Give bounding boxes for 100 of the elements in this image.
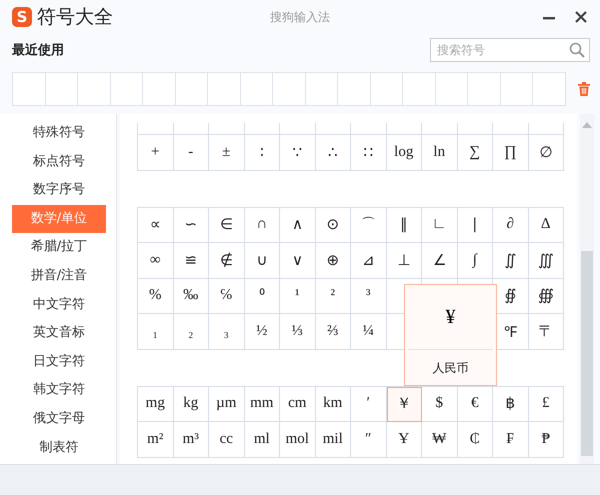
symbol-cell[interactable]: ‰: [174, 278, 209, 314]
symbol-cell[interactable]: Ұ: [386, 422, 422, 458]
category-tab[interactable]: 韩文字符: [12, 376, 106, 405]
empty-slot[interactable]: [403, 73, 436, 106]
symbol-cell[interactable]: ∽: [174, 208, 209, 243]
symbol-cell[interactable]: ∏: [493, 135, 528, 170]
symbol-cell[interactable]: ″: [351, 422, 386, 458]
symbol-cell[interactable]: ₱: [528, 422, 564, 458]
trash-icon[interactable]: [578, 82, 590, 96]
symbol-cell[interactable]: cm: [280, 386, 316, 422]
category-tab[interactable]: 英文音标: [12, 319, 106, 348]
symbol-cell[interactable]: ₂: [174, 314, 209, 350]
symbol-cell[interactable]: £: [528, 386, 564, 422]
symbol-cell[interactable]: ℅: [209, 278, 244, 314]
symbol-cell[interactable]: [316, 123, 351, 135]
symbol-cell[interactable]: ≌: [174, 243, 209, 278]
category-tab[interactable]: 中文字符: [12, 290, 106, 320]
symbol-cell[interactable]: [280, 123, 316, 135]
symbol-cell[interactable]: ∭: [528, 243, 564, 278]
symbol-cell[interactable]: ⊥: [386, 243, 422, 278]
symbol-cell[interactable]: ∫: [458, 243, 493, 278]
symbol-cell[interactable]: ¹: [280, 278, 316, 314]
empty-slot[interactable]: [468, 73, 500, 106]
symbol-cell[interactable]: ∬: [493, 243, 528, 278]
empty-slot[interactable]: [46, 73, 78, 106]
symbol-cell[interactable]: m³: [174, 422, 209, 458]
category-tab[interactable]: 日文字符: [12, 348, 106, 376]
symbol-cell[interactable]: %: [138, 278, 174, 314]
symbol-cell[interactable]: ½: [244, 314, 280, 350]
symbol-cell[interactable]: cc: [209, 422, 244, 458]
empty-slot[interactable]: [143, 73, 176, 106]
symbol-cell[interactable]: ∧: [280, 208, 316, 243]
empty-slot[interactable]: [240, 73, 273, 106]
symbol-cell[interactable]: ⌒: [351, 208, 386, 243]
symbol-cell[interactable]: ⊕: [316, 243, 351, 278]
symbol-cell[interactable]: ∥: [386, 208, 422, 243]
symbol-cell[interactable]: ∝: [138, 208, 174, 243]
symbol-cell[interactable]: ∈: [209, 208, 244, 243]
symbol-cell[interactable]: [458, 123, 493, 135]
symbol-cell[interactable]: ln: [422, 135, 458, 170]
empty-slot[interactable]: [208, 73, 240, 106]
empty-slot[interactable]: [370, 73, 403, 106]
scroll-thumb[interactable]: [581, 251, 593, 456]
symbol-cell[interactable]: kg: [174, 386, 209, 422]
symbol-cell[interactable]: ⅓: [280, 314, 316, 350]
symbol-cell[interactable]: ∶: [244, 135, 280, 170]
category-tab[interactable]: 特殊符号: [12, 119, 106, 148]
empty-slot[interactable]: [273, 73, 306, 106]
symbol-cell[interactable]: ∩: [244, 208, 280, 243]
symbol-cell[interactable]: ₁: [138, 314, 174, 350]
symbol-cell[interactable]: mol: [280, 422, 316, 458]
symbol-cell[interactable]: [138, 123, 174, 135]
symbol-cell[interactable]: ∂: [493, 208, 528, 243]
symbol-cell[interactable]: +: [138, 135, 174, 170]
scrollbar[interactable]: [580, 114, 594, 464]
scroll-up-icon[interactable]: [582, 122, 592, 128]
empty-slot[interactable]: [110, 73, 143, 106]
empty-slot[interactable]: [13, 73, 46, 106]
symbol-cell[interactable]: ∠: [422, 243, 458, 278]
symbol-cell[interactable]: mil: [316, 422, 351, 458]
symbol-cell[interactable]: ∉: [209, 243, 244, 278]
symbol-cell[interactable]: ∅: [528, 135, 564, 170]
symbol-cell[interactable]: log: [386, 135, 422, 170]
empty-slot[interactable]: [436, 73, 468, 106]
symbol-cell[interactable]: ml: [244, 422, 280, 458]
symbol-cell[interactable]: ∪: [244, 243, 280, 278]
symbol-cell[interactable]: ∑: [458, 135, 493, 170]
symbol-cell[interactable]: ∰: [528, 278, 564, 314]
empty-slot[interactable]: [533, 73, 566, 106]
symbol-cell[interactable]: ∴: [316, 135, 351, 170]
category-tab[interactable]: 希腊/拉丁: [12, 233, 106, 262]
symbol-cell[interactable]: ±: [209, 135, 244, 170]
symbol-cell[interactable]: ∷: [351, 135, 386, 170]
symbol-cell[interactable]: 〒: [528, 314, 564, 350]
symbol-cell[interactable]: [493, 123, 528, 135]
symbol-cell[interactable]: ฿: [493, 386, 528, 422]
empty-slot[interactable]: [306, 73, 338, 106]
symbol-cell[interactable]: ￥: [386, 386, 422, 422]
symbol-cell[interactable]: ∨: [280, 243, 316, 278]
empty-slot[interactable]: [176, 73, 208, 106]
symbol-cell[interactable]: ⊙: [316, 208, 351, 243]
symbol-cell[interactable]: ₣: [493, 422, 528, 458]
search-field[interactable]: 搜索符号: [430, 38, 590, 62]
symbol-cell[interactable]: km: [316, 386, 351, 422]
symbol-cell[interactable]: mm: [244, 386, 280, 422]
empty-slot[interactable]: [78, 73, 110, 106]
symbol-cell[interactable]: ¼: [351, 314, 386, 350]
symbol-cell[interactable]: [174, 123, 209, 135]
symbol-cell[interactable]: ₃: [209, 314, 244, 350]
symbol-cell[interactable]: ∆: [528, 208, 564, 243]
symbol-cell[interactable]: m²: [138, 422, 174, 458]
symbol-cell[interactable]: ∟: [422, 208, 458, 243]
symbol-cell[interactable]: ∞: [138, 243, 174, 278]
symbol-cell[interactable]: -: [174, 135, 209, 170]
symbol-cell[interactable]: [422, 123, 458, 135]
symbol-cell[interactable]: ³: [351, 278, 386, 314]
symbol-cell[interactable]: ⊿: [351, 243, 386, 278]
symbol-cell[interactable]: mg: [138, 386, 174, 422]
empty-slot[interactable]: [338, 73, 370, 106]
category-tab[interactable]: 拼音/注音: [12, 262, 106, 291]
